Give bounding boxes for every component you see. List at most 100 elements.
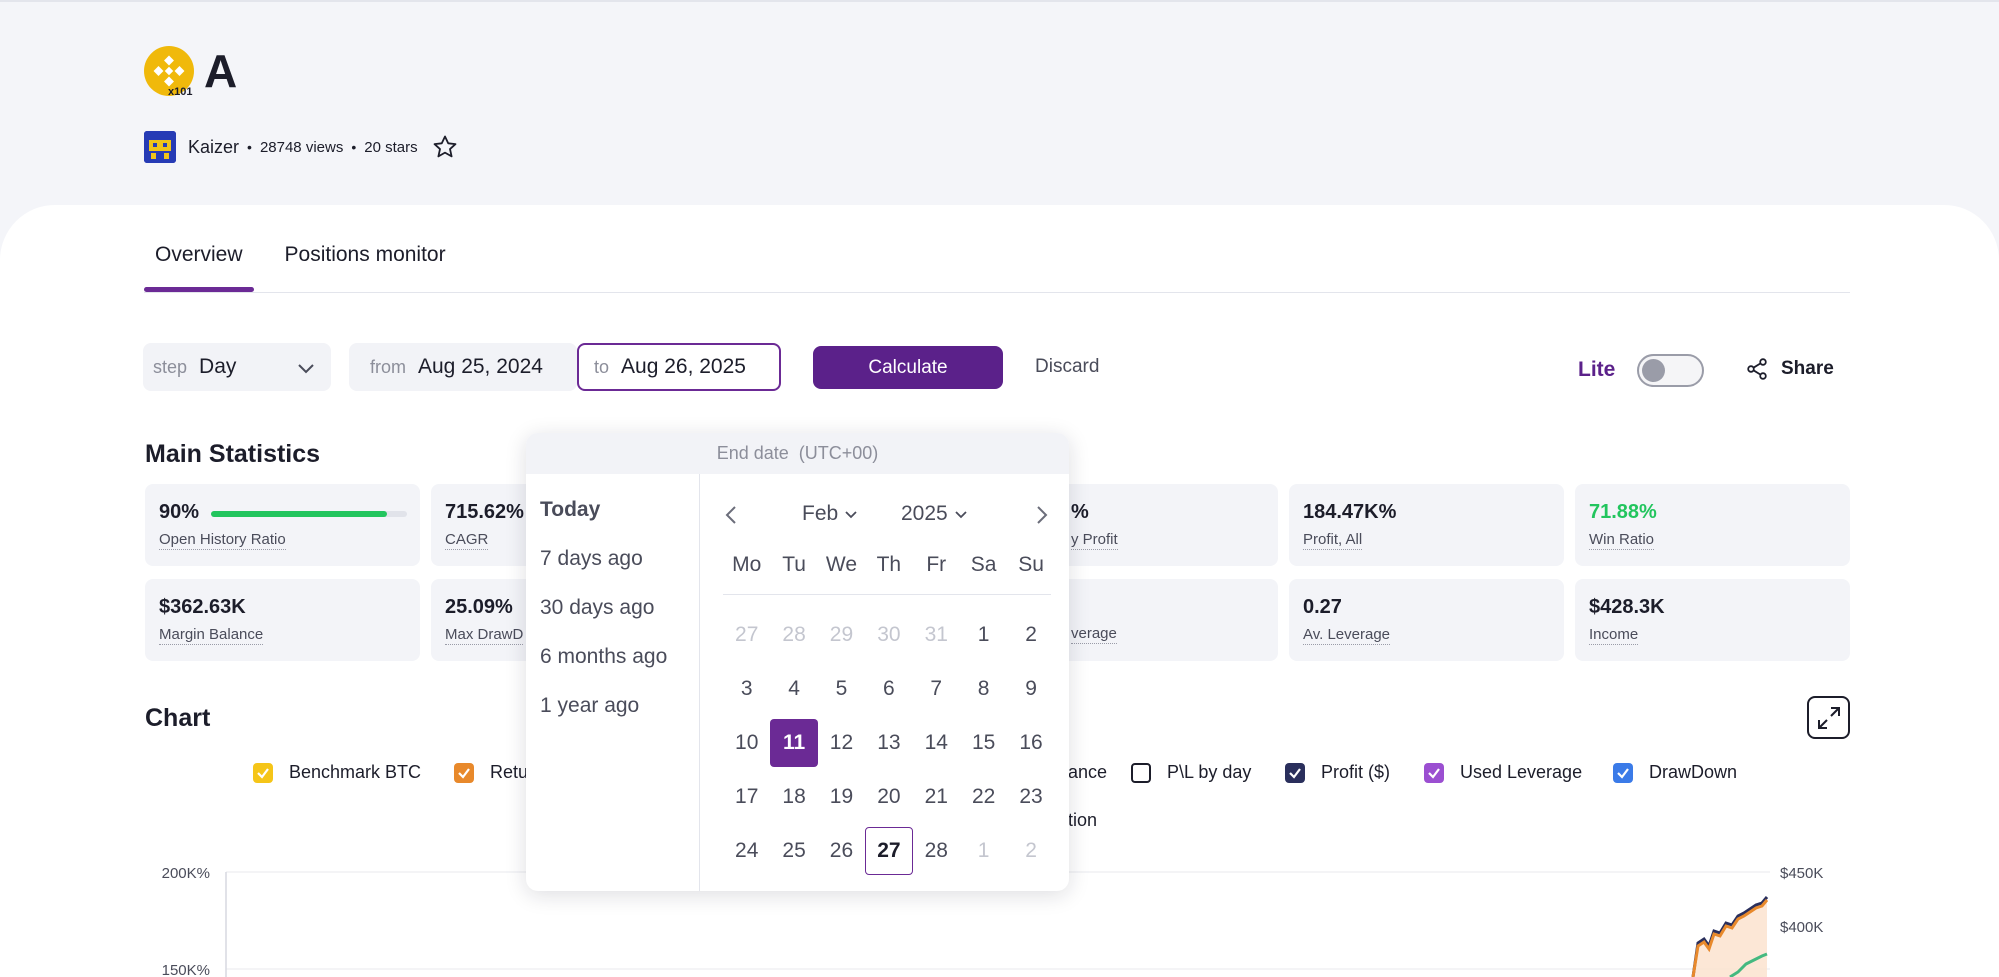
calendar-week: 24 25 26 27 28 1 2 [723, 827, 1055, 881]
tab-positions-monitor[interactable]: Positions monitor [274, 240, 457, 290]
author-name[interactable]: Kaizer [188, 137, 239, 158]
quick-option-7-days[interactable]: 7 days ago [540, 547, 699, 596]
stat-label[interactable]: Income [1589, 626, 1639, 645]
quick-option-30-days[interactable]: 30 days ago [540, 596, 699, 645]
lite-toggle[interactable] [1637, 354, 1704, 387]
share-label: Share [1781, 358, 1834, 379]
stat-label[interactable]: verage [1071, 625, 1117, 644]
stat-label[interactable]: y Profit [1071, 531, 1118, 550]
calendar-day[interactable]: 13 [865, 719, 912, 767]
stat-value: $428.3K [1589, 596, 1665, 618]
quick-option-today[interactable]: Today [540, 498, 699, 547]
checkbox-checked-icon [1613, 762, 1633, 783]
star-icon[interactable] [432, 134, 458, 160]
legend-benchmark-btc[interactable]: Benchmark BTC [253, 762, 421, 783]
tab-overview[interactable]: Overview [144, 240, 254, 292]
calendar-day[interactable]: 1 [960, 611, 1007, 659]
legend-profit[interactable]: Profit ($) [1285, 762, 1390, 783]
calendar-day[interactable]: 6 [865, 665, 912, 713]
picker-timezone: (UTC+00) [798, 443, 879, 463]
step-value: Day [199, 355, 237, 378]
calendar-day[interactable]: 4 [770, 665, 817, 713]
calendar-day[interactable]: 3 [723, 665, 770, 713]
weekday-label: Tu [782, 553, 806, 576]
calendar-week: 27 28 29 30 31 1 2 [723, 611, 1055, 665]
calendar-day[interactable]: 18 [770, 773, 817, 821]
quick-option-6-months[interactable]: 6 months ago [540, 645, 699, 694]
y-left-tick: 150K% [162, 962, 210, 977]
stat-label[interactable]: Av. Leverage [1303, 626, 1391, 645]
calendar-day[interactable]: 22 [960, 773, 1007, 821]
month-select[interactable]: Feb [802, 502, 858, 526]
share-button[interactable]: Share [1745, 357, 1834, 381]
calendar-day-selected[interactable]: 11 [770, 719, 818, 767]
legend-used-leverage[interactable]: Used Leverage [1424, 762, 1582, 783]
calendar-day[interactable]: 27 [723, 611, 770, 659]
calendar-day[interactable]: 28 [770, 611, 817, 659]
calendar-day[interactable]: 2 [1007, 827, 1054, 875]
stat-label[interactable]: Profit, All [1303, 531, 1363, 550]
calendar-day[interactable]: 8 [960, 665, 1007, 713]
legend-pl-by-day[interactable]: P\L by day [1131, 762, 1251, 783]
chevron-down-icon [298, 364, 314, 374]
stat-label[interactable]: Open History Ratio [159, 531, 286, 550]
year-select[interactable]: 2025 [901, 502, 968, 526]
calendar-day[interactable]: 31 [913, 611, 960, 659]
calendar-day[interactable]: 23 [1007, 773, 1054, 821]
stat-label[interactable]: Max DrawD [445, 626, 524, 645]
legend-balance[interactable]: ance [1068, 762, 1107, 783]
calendar-day[interactable]: 16 [1007, 719, 1054, 767]
binance-coin-icon: x101 [144, 46, 194, 98]
calendar-day[interactable]: 28 [913, 827, 960, 875]
stat-value: 71.88% [1589, 501, 1657, 523]
discard-button[interactable]: Discard [1035, 356, 1099, 378]
calendar-day[interactable]: 17 [723, 773, 770, 821]
check-icon [1617, 767, 1629, 779]
stat-label[interactable]: Margin Balance [159, 626, 264, 645]
weekday-label: Sa [970, 553, 997, 576]
calendar-day[interactable]: 19 [818, 773, 865, 821]
stat-label[interactable]: CAGR [445, 531, 489, 550]
stat-value: $362.63K [159, 596, 246, 618]
calendar-week: 10 11 12 13 14 15 16 [723, 719, 1055, 773]
calendar-day[interactable]: 25 [770, 827, 817, 875]
weekday-label: Th [876, 553, 902, 576]
legend-drawdown[interactable]: DrawDown [1613, 762, 1737, 783]
calendar-day[interactable]: 30 [865, 611, 912, 659]
calendar: Feb 2025 Mo Tu We Th Fr Sa Su 27 28 29 30 31… [701, 474, 1069, 891]
views-count: 28748 views [259, 138, 344, 156]
checkbox-checked-icon [1424, 762, 1444, 783]
calendar-day-today[interactable]: 27 [865, 827, 913, 875]
chevron-left-icon[interactable] [722, 504, 740, 526]
stat-margin-balance: $362.63K Margin Balance [145, 579, 420, 661]
calendar-day[interactable]: 14 [913, 719, 960, 767]
end-date-picker: End date (UTC+00) Today 7 days ago 30 day… [526, 433, 1069, 891]
stat-label[interactable]: Win Ratio [1589, 531, 1655, 550]
calendar-day[interactable]: 9 [1007, 665, 1054, 713]
calendar-day[interactable]: 7 [913, 665, 960, 713]
from-date-field[interactable]: from Aug 25, 2024 [349, 343, 577, 391]
to-date-field[interactable]: to Aug 26, 2025 [577, 343, 781, 391]
calendar-day[interactable]: 5 [818, 665, 865, 713]
legend-returns[interactable]: Retu [454, 762, 528, 783]
avatar[interactable] [144, 131, 176, 163]
calendar-day[interactable]: 10 [723, 719, 770, 767]
expand-chart-button[interactable] [1807, 696, 1850, 739]
leverage-badge: x101 [168, 86, 193, 98]
calendar-day[interactable]: 26 [818, 827, 865, 875]
checkbox-checked-icon [454, 762, 474, 783]
chevron-right-icon[interactable] [1033, 504, 1051, 526]
legend-second-row[interactable]: tion [1068, 810, 1097, 831]
step-select[interactable]: step Day [143, 343, 331, 391]
calendar-day[interactable]: 29 [818, 611, 865, 659]
calendar-day[interactable]: 15 [960, 719, 1007, 767]
calendar-day[interactable]: 20 [865, 773, 912, 821]
calculate-button[interactable]: Calculate [813, 346, 1003, 389]
calendar-day[interactable]: 2 [1007, 611, 1054, 659]
calendar-day[interactable]: 1 [960, 827, 1007, 875]
calendar-day[interactable]: 21 [913, 773, 960, 821]
calendar-day[interactable]: 24 [723, 827, 770, 875]
progress-bar-fill [211, 511, 388, 517]
quick-option-1-year[interactable]: 1 year ago [540, 694, 699, 743]
calendar-day[interactable]: 12 [818, 719, 865, 767]
